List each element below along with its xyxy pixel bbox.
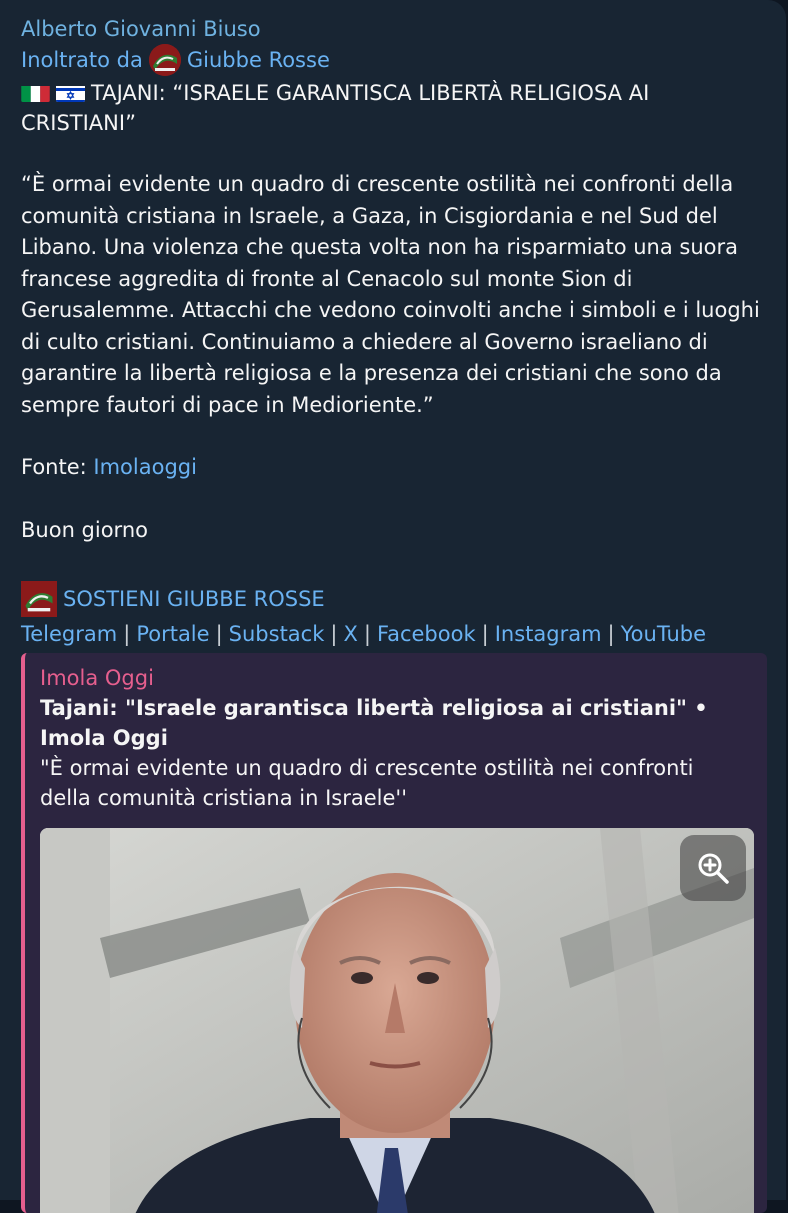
channel-avatar[interactable] [148, 44, 181, 76]
greeting-text: Buon giorno [21, 517, 148, 542]
link-facebook[interactable]: Facebook [377, 622, 476, 646]
forwarded-prefix: Inoltrato da [21, 48, 143, 72]
link-instagram[interactable]: Instagram [495, 622, 602, 646]
preview-description: "È ormai evidente un quadro di crescente… [40, 756, 694, 810]
link-portale[interactable]: Portale [136, 622, 209, 646]
sender-name[interactable]: Alberto Giovanni Biuso [21, 14, 786, 44]
portrait-photo [40, 828, 754, 1213]
zoom-button[interactable] [680, 835, 746, 901]
link-separator: | [363, 622, 371, 646]
preview-title: Tajani: "Israele garantisca libertà reli… [40, 696, 708, 750]
link-preview[interactable]: Imola Oggi Tajani: "Israele garantisca l… [21, 653, 767, 1213]
support-link[interactable]: SOSTIENI GIUBBE ROSSE [63, 587, 325, 611]
link-youtube[interactable]: YouTube [621, 622, 706, 646]
support-logo [21, 581, 57, 617]
post-title-text: TAJANI: “ISRAELE GARANTISCA LIBERTÀ RELI… [21, 81, 650, 135]
link-substack[interactable]: Substack [229, 622, 325, 646]
preview-site-name: Imola Oggi [40, 666, 154, 690]
link-separator: | [607, 622, 615, 646]
forwarded-channel-name: Giubbe Rosse [186, 48, 330, 72]
link-separator: | [215, 622, 223, 646]
preview-image[interactable] [40, 828, 754, 1213]
support-row: SOSTIENI GIUBBE ROSSE [21, 581, 786, 617]
link-separator: | [481, 622, 489, 646]
link-x[interactable]: X [343, 622, 357, 646]
forwarded-header[interactable]: Inoltrato da Giubbe Rosse [21, 44, 786, 76]
israel-flag-icon [56, 83, 85, 102]
zoom-in-icon [698, 853, 729, 884]
social-links: Telegram | Portale | Substack | X | Facebook | Ins… [21, 619, 786, 650]
link-separator: | [330, 622, 338, 646]
source-label: Fonte: [21, 455, 87, 479]
link-separator: | [123, 622, 131, 646]
source-line: Fonte: Imolaoggi [21, 452, 766, 484]
italy-flag-icon [21, 83, 50, 102]
source-link[interactable]: Imolaoggi [93, 455, 197, 479]
link-telegram[interactable]: Telegram [21, 622, 117, 646]
post-title: TAJANI: “ISRAELE GARANTISCA LIBERTÀ RELI… [21, 78, 761, 138]
quote-text: “È ormai evidente un quadro di crescente… [21, 172, 760, 417]
